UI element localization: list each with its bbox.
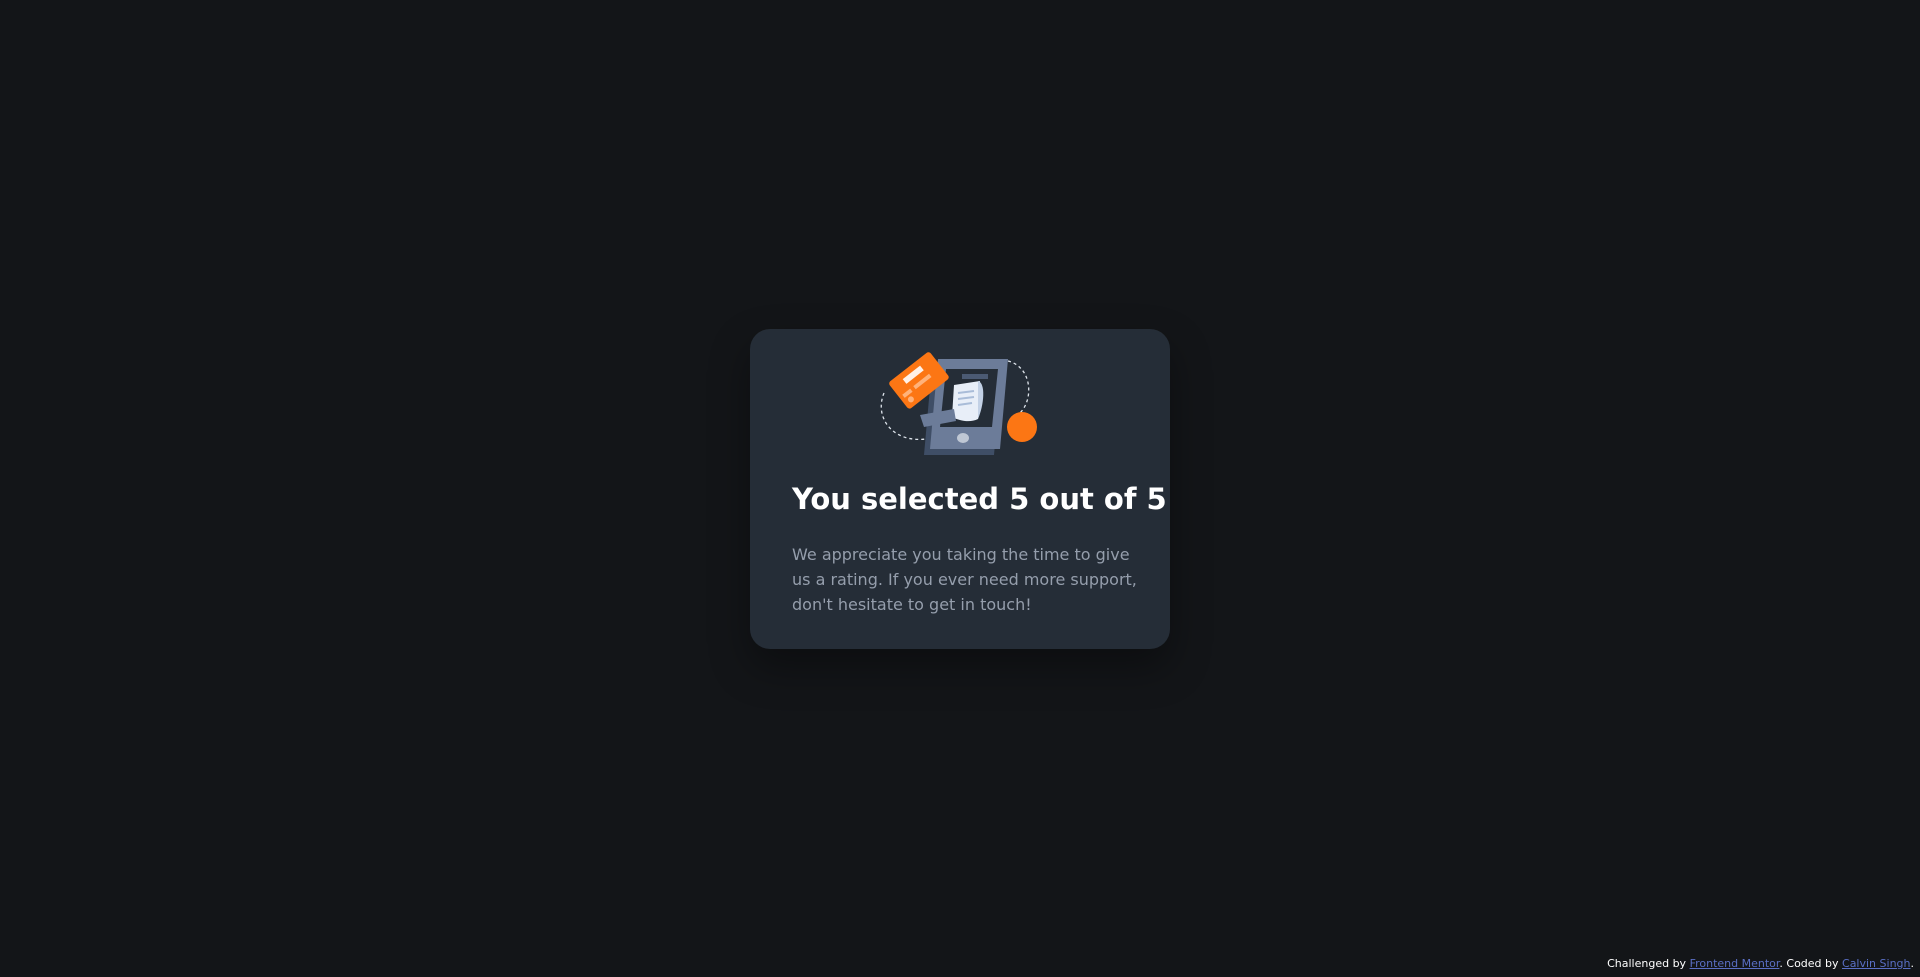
result-title: You selected 5 out of 5 [792,482,1167,516]
thank-you-message: We appreciate you taking the time to giv… [792,545,1137,614]
frontend-mentor-link[interactable]: Frontend Mentor [1690,957,1780,970]
thank-you-card: You selected 5 out of 5 We appreciate yo… [750,329,1170,649]
phone-payment-illustration-icon [880,352,1037,455]
author-link[interactable]: Calvin Singh [1842,957,1910,970]
attribution-suffix: . [1910,957,1915,970]
page: You selected 5 out of 5 We appreciate yo… [0,0,1920,977]
attribution-prefix: Challenged by [1607,957,1690,970]
attribution-middle: . Coded by [1779,957,1843,970]
attribution: Challenged by Frontend Mentor. Coded by … [1607,957,1914,971]
